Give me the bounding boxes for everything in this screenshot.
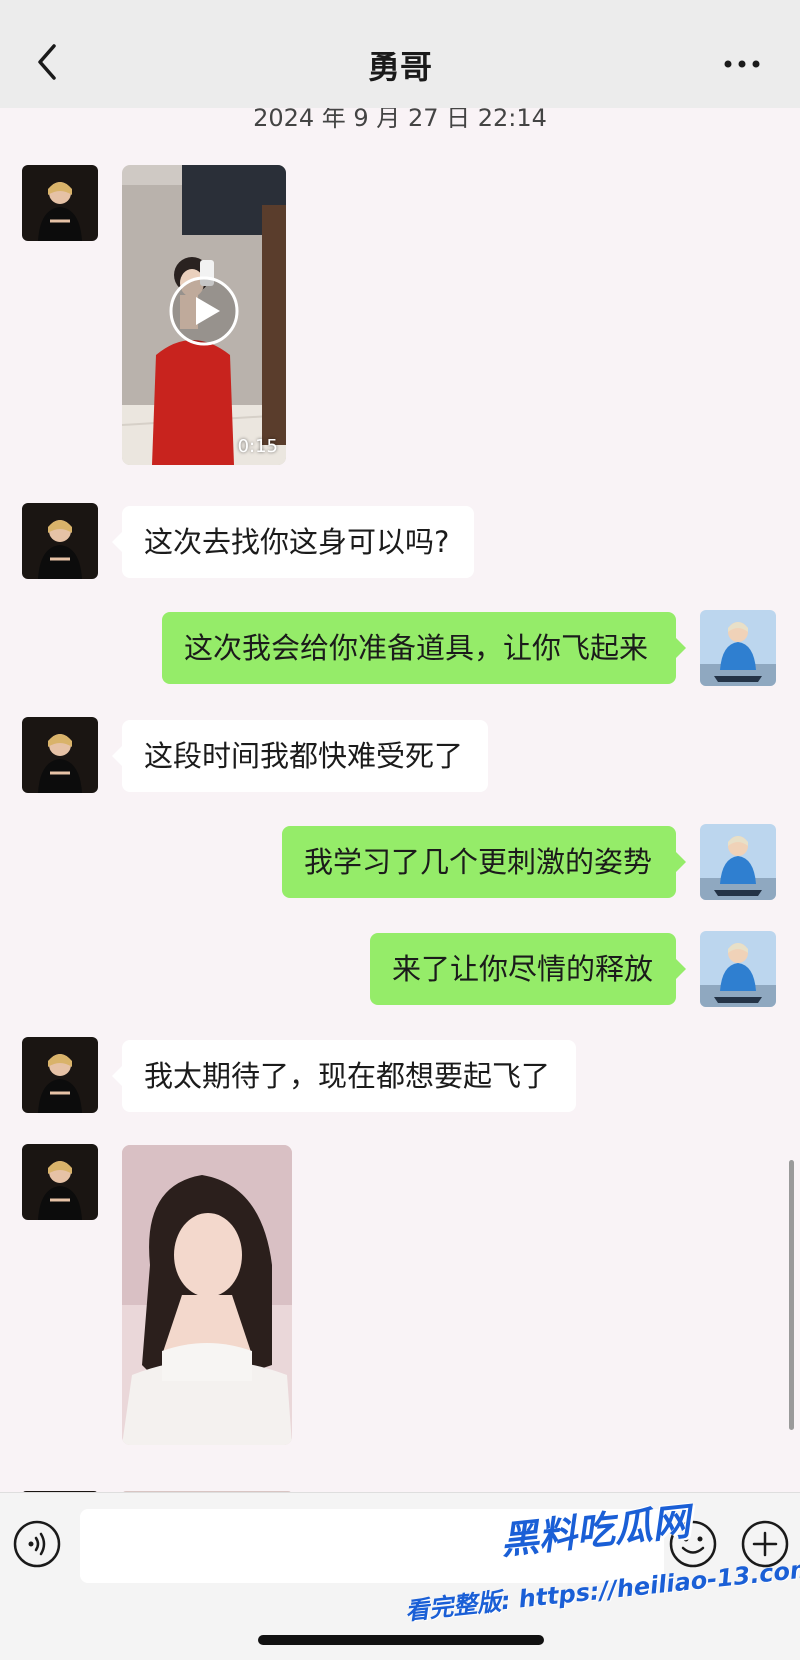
incoming-message-bubble[interactable]: 这段时间我都快难受死了 [112, 720, 488, 792]
photo-thumbnail [122, 1145, 292, 1445]
contact-avatar[interactable] [22, 503, 98, 579]
outgoing-message-bubble[interactable]: 来了让你尽情的释放 [370, 933, 686, 1005]
my-avatar-image [700, 931, 776, 1007]
chat-title: 勇哥 [367, 48, 432, 86]
play-icon[interactable] [168, 275, 240, 347]
scrollbar[interactable] [789, 1160, 794, 1430]
outgoing-message-bubble[interactable]: 我学习了几个更刺激的姿势 [282, 826, 686, 898]
my-avatar[interactable] [700, 824, 776, 900]
chat-header: 勇哥 [0, 0, 800, 108]
contact-avatar-image [22, 1037, 98, 1113]
contact-avatar[interactable] [22, 1484, 98, 1492]
chat-screen: 勇哥 2024 年 9 月 27 日 22:14 0:15 这次去找你这身可以吗… [0, 0, 800, 1660]
my-avatar-image [700, 610, 776, 686]
contact-avatar-image [22, 1144, 98, 1220]
contact-avatar[interactable] [22, 165, 98, 241]
incoming-message-bubble[interactable]: 我太期待了，现在都想要起飞了 [112, 1040, 576, 1112]
contact-avatar[interactable] [22, 1144, 98, 1220]
outgoing-message-bubble[interactable]: 这次我会给你准备道具，让你飞起来 [162, 612, 686, 684]
contact-avatar-image [22, 503, 98, 579]
my-avatar[interactable] [700, 931, 776, 1007]
image-message[interactable] [122, 1484, 292, 1492]
more-icon [724, 60, 760, 68]
contact-avatar[interactable] [22, 1037, 98, 1113]
home-indicator[interactable] [258, 1635, 544, 1645]
contact-avatar-image [22, 165, 98, 241]
video-message[interactable]: 0:15 [122, 165, 286, 465]
voice-icon [13, 1520, 61, 1568]
contact-avatar-image [22, 717, 98, 793]
my-avatar[interactable] [700, 610, 776, 686]
incoming-message-bubble[interactable]: 这次去找你这身可以吗? [112, 506, 474, 578]
voice-button[interactable] [12, 1519, 62, 1569]
video-duration: 0:15 [237, 436, 278, 457]
image-message[interactable] [122, 1145, 292, 1445]
more-button[interactable] [722, 54, 762, 74]
my-avatar-image [700, 824, 776, 900]
contact-avatar[interactable] [22, 717, 98, 793]
